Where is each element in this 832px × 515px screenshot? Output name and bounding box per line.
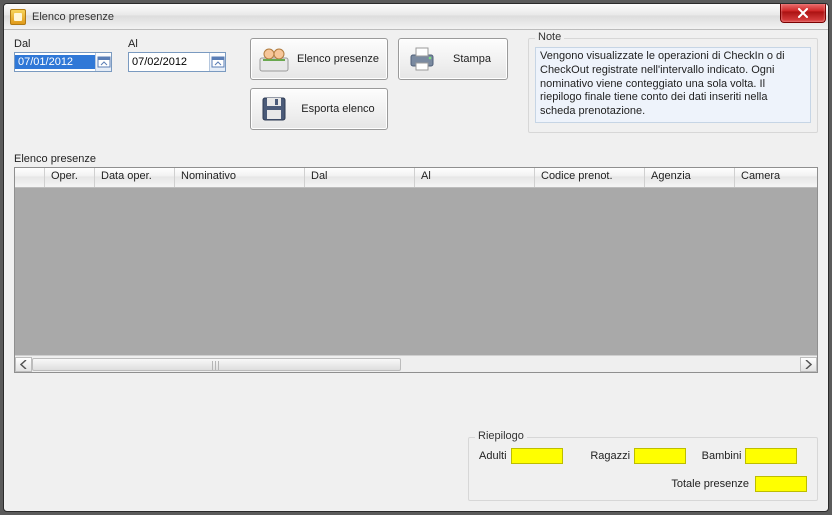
col-al[interactable]: Al	[415, 168, 535, 187]
note-textarea[interactable]	[535, 47, 811, 123]
col-data-oper[interactable]: Data oper.	[95, 168, 175, 187]
stampa-button[interactable]: Stampa	[398, 38, 508, 80]
elenco-presenze-label: Elenco presenze	[297, 53, 379, 65]
grid-header: Oper. Data oper. Nominativo Dal Al Codic…	[15, 168, 817, 188]
totale-value	[755, 476, 807, 492]
scroll-track[interactable]	[32, 357, 800, 372]
printer-icon	[407, 45, 437, 73]
riepilogo-group: Riepilogo Adulti Ragazzi Bambini Totale …	[468, 437, 818, 501]
save-icon	[259, 95, 289, 123]
to-date-label: Al	[128, 38, 226, 50]
to-date-dropdown-icon[interactable]	[209, 53, 225, 71]
scroll-right-icon[interactable]	[800, 357, 817, 372]
presenze-grid[interactable]: Oper. Data oper. Nominativo Dal Al Codic…	[14, 167, 818, 373]
col-oper[interactable]: Oper.	[45, 168, 95, 187]
window-title: Elenco presenze	[32, 11, 114, 23]
app-window: Elenco presenze Dal 07/01/2012 Al 07	[3, 3, 829, 512]
close-button[interactable]	[780, 3, 826, 23]
col-dal[interactable]: Dal	[305, 168, 415, 187]
from-date-dropdown-icon[interactable]	[95, 53, 111, 71]
stampa-label: Stampa	[445, 53, 499, 65]
riepilogo-legend: Riepilogo	[475, 430, 527, 442]
grid-label: Elenco presenze	[14, 153, 818, 165]
note-legend: Note	[535, 31, 564, 43]
to-date-picker[interactable]: 07/02/2012	[128, 52, 226, 72]
col-codice-prenot[interactable]: Codice prenot.	[535, 168, 645, 187]
from-date-label: Dal	[14, 38, 112, 50]
ragazzi-value	[634, 448, 686, 464]
scroll-thumb[interactable]	[32, 358, 401, 371]
col-camera[interactable]: Camera	[735, 168, 817, 187]
elenco-presenze-button[interactable]: Elenco presenze	[250, 38, 388, 80]
from-date-value: 07/01/2012	[15, 55, 95, 69]
esporta-elenco-button[interactable]: Esporta elenco	[250, 88, 388, 130]
adulti-label: Adulti	[479, 450, 507, 462]
app-icon	[10, 9, 26, 25]
scroll-left-icon[interactable]	[15, 357, 32, 372]
note-group: Note	[528, 38, 818, 133]
ragazzi-label: Ragazzi	[590, 450, 630, 462]
col-selector[interactable]	[15, 168, 45, 187]
grid-horizontal-scrollbar[interactable]	[15, 355, 817, 372]
esporta-elenco-label: Esporta elenco	[297, 103, 379, 115]
to-date-value: 07/02/2012	[129, 55, 209, 69]
totale-label: Totale presenze	[671, 478, 749, 490]
adulti-value	[511, 448, 563, 464]
titlebar: Elenco presenze	[4, 4, 828, 30]
from-date-picker[interactable]: 07/01/2012	[14, 52, 112, 72]
grid-body	[15, 188, 817, 355]
people-icon	[259, 45, 289, 73]
bambini-label: Bambini	[702, 450, 742, 462]
col-nominativo[interactable]: Nominativo	[175, 168, 305, 187]
col-agenzia[interactable]: Agenzia	[645, 168, 735, 187]
bambini-value	[745, 448, 797, 464]
